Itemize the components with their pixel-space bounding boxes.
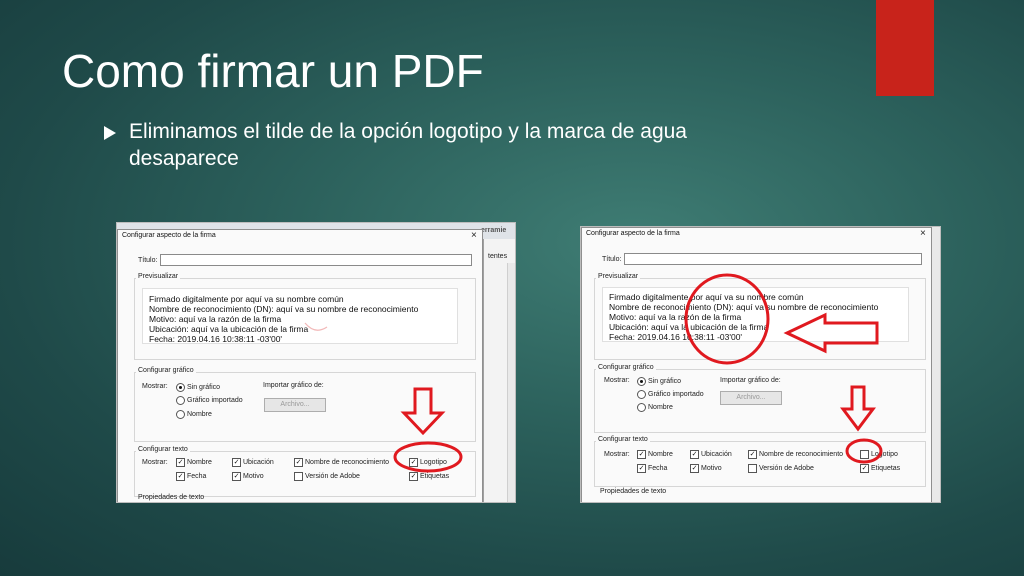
radio-name-label: Nombre: [648, 404, 673, 411]
radio-imported-graphic[interactable]: [176, 396, 185, 405]
preview-line: Fecha: 2019.04.16 10:38:11 -03'00': [149, 334, 283, 344]
text-properties-label: Propiedades de texto: [138, 494, 205, 501]
graphic-show-label: Mostrar:: [142, 383, 168, 390]
checkbox-date-label: Fecha: [648, 465, 668, 472]
checkbox-adobe-version-label: Versión de Adobe: [305, 473, 360, 480]
radio-name-label: Nombre: [187, 411, 212, 418]
preview-line: Ubicación: aquí va la ubicación de la fi…: [149, 324, 309, 334]
graphic-group-label: Configurar gráfico: [596, 364, 656, 371]
radio-name[interactable]: [637, 403, 646, 412]
checkbox-reason[interactable]: ✓: [690, 464, 699, 473]
title-input[interactable]: [160, 254, 472, 266]
preview-line: Nombre de reconocimiento (DN): aquí va s…: [609, 302, 879, 312]
checkbox-dn[interactable]: ✓: [294, 458, 303, 467]
checkbox-reason[interactable]: ✓: [232, 472, 241, 481]
checkbox-dn[interactable]: ✓: [748, 450, 757, 459]
checkbox-adobe-version-label: Versión de Adobe: [759, 465, 814, 472]
preview-line: Firmado digitalmente por aquí va su nomb…: [609, 292, 804, 302]
radio-imported-graphic-label: Gráfico importado: [187, 397, 243, 404]
radio-no-graphic[interactable]: [176, 383, 185, 392]
checkbox-adobe-version[interactable]: [748, 464, 757, 473]
preview-label: Previsualizar: [596, 273, 641, 280]
accent-tab: [876, 0, 934, 96]
checkbox-location[interactable]: ✓: [232, 458, 241, 467]
checkbox-location[interactable]: ✓: [690, 450, 699, 459]
radio-no-graphic-label: Sin gráfico: [648, 378, 682, 385]
text-show-label: Mostrar:: [604, 451, 630, 458]
checkbox-logo-label: Logotipo: [871, 451, 898, 458]
slide-bullet-text: Eliminamos el tilde de la opción logotip…: [129, 120, 687, 170]
checkbox-location-label: Ubicación: [701, 451, 732, 458]
checkbox-labels-label: Etiquetas: [871, 465, 901, 472]
preview-line: Motivo: aquí va la razón de la firma: [149, 314, 282, 324]
text-group-label: Configurar texto: [596, 436, 650, 443]
checkbox-dn-label: Nombre de reconocimiento: [759, 451, 844, 458]
checkbox-name[interactable]: ✓: [176, 458, 185, 467]
signature-appearance-dialog: Configurar aspecto de la firma × Título:…: [581, 227, 932, 502]
checkbox-reason-label: Motivo: [701, 465, 722, 472]
import-graphic-label: Importar gráfico de:: [263, 382, 324, 389]
radio-no-graphic[interactable]: [637, 377, 646, 386]
checkbox-labels-label: Etiquetas: [420, 473, 450, 480]
title-field-label: Título:: [138, 257, 158, 264]
graphic-show-label: Mostrar:: [604, 377, 630, 384]
background-panel-label: tentes: [488, 253, 508, 260]
signature-preview: Firmado digitalmente por aquí va su nomb…: [142, 288, 458, 344]
signature-appearance-dialog: Configurar aspecto de la firma × Título:…: [117, 229, 483, 502]
preview-line: Nombre de reconocimiento (DN): aquí va s…: [149, 304, 419, 314]
checkbox-date-label: Fecha: [187, 473, 207, 480]
checkbox-name-label: Nombre: [187, 459, 212, 466]
checkbox-reason-label: Motivo: [243, 473, 264, 480]
radio-no-graphic-label: Sin gráfico: [187, 384, 221, 391]
bullet-arrow-icon: [104, 126, 116, 140]
checkbox-logo-label: Logotipo: [420, 459, 447, 466]
text-properties-label: Propiedades de texto: [600, 488, 667, 495]
preview-label: Previsualizar: [136, 273, 181, 280]
checkbox-adobe-version[interactable]: [294, 472, 303, 481]
close-icon[interactable]: ×: [920, 228, 926, 239]
background-scrollbar[interactable]: [507, 263, 515, 502]
file-button[interactable]: Archivo...: [264, 398, 326, 412]
checkbox-labels[interactable]: ✓: [860, 464, 869, 473]
preview-line: Motivo: aquí va la razón de la firma: [609, 312, 742, 322]
checkbox-date[interactable]: ✓: [637, 464, 646, 473]
radio-name[interactable]: [176, 410, 185, 419]
preview-line: Firmado digitalmente por aquí va su nomb…: [149, 294, 344, 304]
checkbox-dn-label: Nombre de reconocimiento: [305, 459, 390, 466]
text-group-label: Configurar texto: [136, 446, 190, 453]
background-tools-label: erramie: [481, 227, 507, 234]
import-graphic-label: Importar gráfico de:: [720, 377, 781, 384]
radio-imported-graphic-label: Gráfico importado: [648, 391, 704, 398]
file-button[interactable]: Archivo...: [720, 391, 782, 405]
signature-preview: Firmado digitalmente por aquí va su nomb…: [602, 287, 909, 342]
close-icon[interactable]: ×: [471, 230, 477, 241]
preview-line: Fecha: 2019.04.16 10:38:11 -03'00': [609, 332, 743, 342]
preview-line: Ubicación: aquí va la ubicación de la fi…: [609, 322, 769, 332]
dialog-title: Configurar aspecto de la firma: [122, 232, 216, 239]
checkbox-logo[interactable]: ✓: [409, 458, 418, 467]
checkbox-date[interactable]: ✓: [176, 472, 185, 481]
background-scrollbar[interactable]: [931, 227, 940, 502]
checkbox-name-label: Nombre: [648, 451, 673, 458]
screenshot-before: erramie tentes Configurar aspecto de la …: [116, 222, 516, 503]
checkbox-logo[interactable]: [860, 450, 869, 459]
checkbox-name[interactable]: ✓: [637, 450, 646, 459]
dialog-title: Configurar aspecto de la firma: [586, 230, 680, 237]
title-field-label: Título:: [602, 256, 622, 263]
screenshot-after: Configurar aspecto de la firma × Título:…: [580, 226, 941, 503]
text-show-label: Mostrar:: [142, 459, 168, 466]
title-input[interactable]: [624, 253, 922, 265]
graphic-group-label: Configurar gráfico: [136, 367, 196, 374]
radio-imported-graphic[interactable]: [637, 390, 646, 399]
checkbox-labels[interactable]: ✓: [409, 472, 418, 481]
slide-title: Como firmar un PDF: [62, 45, 484, 97]
checkbox-location-label: Ubicación: [243, 459, 274, 466]
